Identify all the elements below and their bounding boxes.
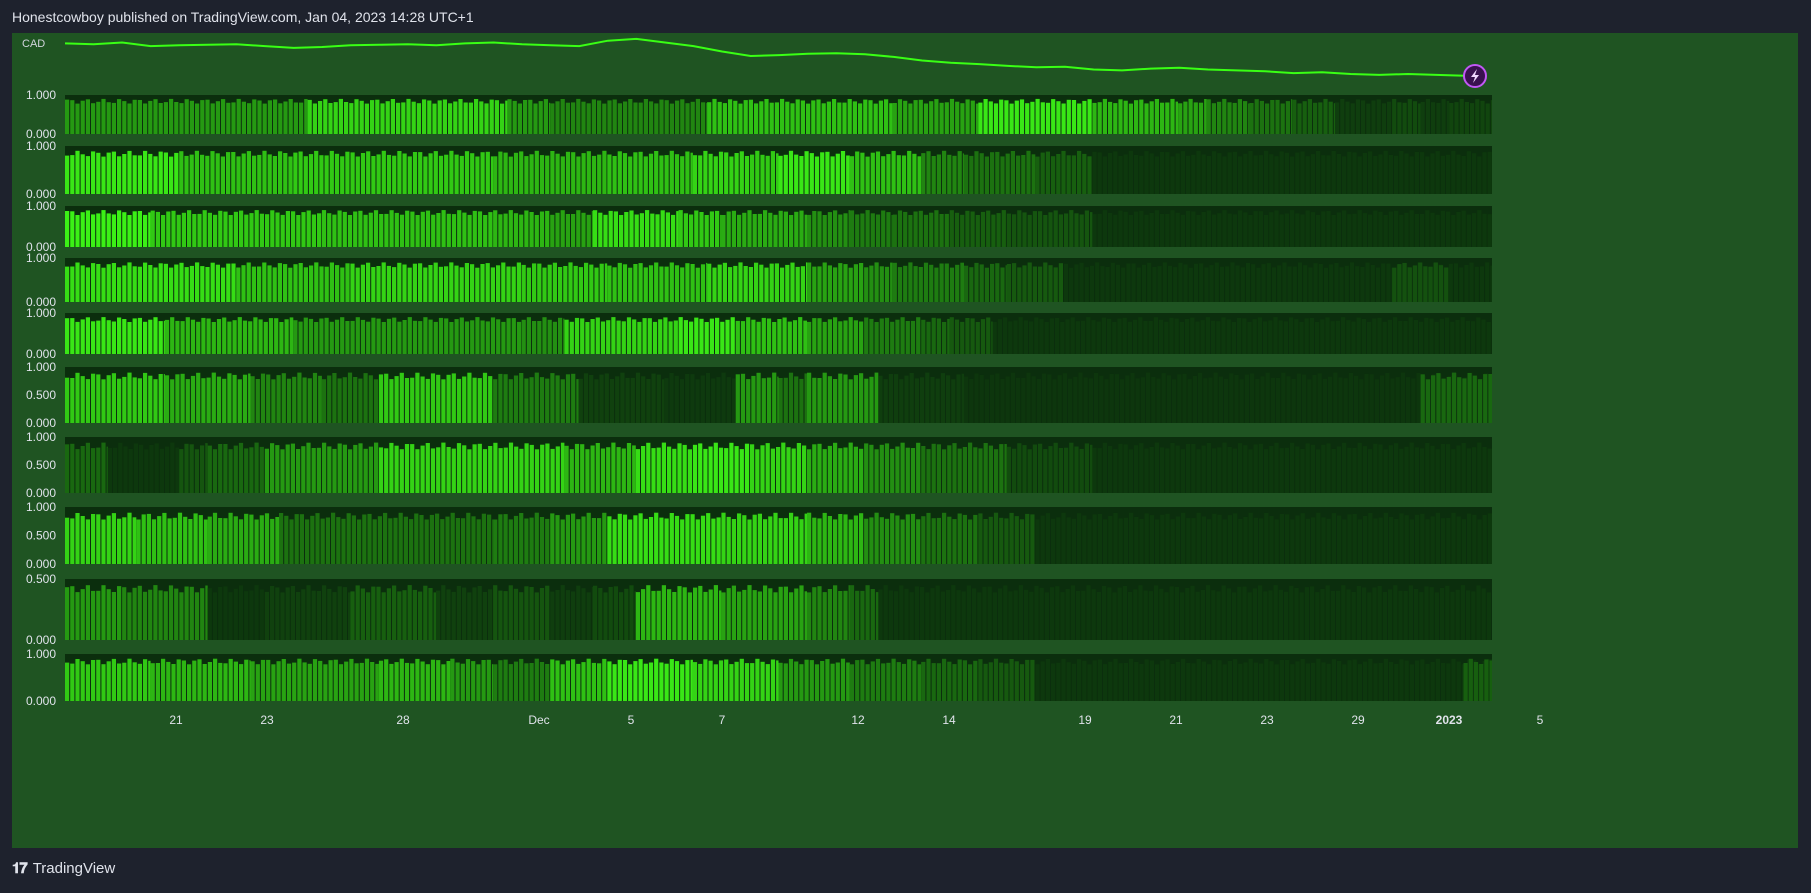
y-tick-label: 1.000 — [26, 500, 56, 514]
y-tick-label: 0.000 — [26, 347, 56, 361]
heatmap-segment — [807, 262, 864, 302]
heatmap-segment — [807, 442, 864, 493]
heatmap-segment — [493, 512, 550, 564]
heatmap-segment — [864, 317, 921, 354]
x-tick-label: Dec — [528, 713, 549, 727]
heatmap-segment — [1092, 442, 1492, 493]
y-tick-label: 1.000 — [26, 430, 56, 444]
heatmap-segment — [978, 658, 1035, 701]
heatmap-segment — [550, 658, 607, 701]
x-tick-label: 19 — [1078, 713, 1092, 727]
heatmap-segment — [921, 512, 978, 564]
heatmap-segment — [864, 442, 921, 493]
heatmap-segment — [1035, 150, 1092, 194]
heatmap-segment — [1092, 150, 1492, 194]
heatmap-segment — [493, 210, 550, 247]
x-tick-label: 7 — [719, 713, 726, 727]
publication-header: Honestcowboy published on TradingView.co… — [12, 9, 474, 25]
brand-name: TradingView — [32, 860, 116, 877]
y-tick-label: 1.000 — [26, 251, 56, 265]
heatmap-pane-4 — [65, 258, 1492, 302]
heatmap-pane-1 — [65, 95, 1492, 134]
x-tick-label: 23 — [260, 713, 274, 727]
heatmap-segment — [307, 98, 508, 134]
heatmap-segment — [436, 585, 493, 640]
heatmap-pane-3 — [65, 206, 1492, 247]
y-tick-label: 1.000 — [26, 306, 56, 320]
x-tick-label: 2023 — [1436, 713, 1463, 727]
heatmap-segment — [892, 210, 949, 247]
heatmap-segment — [807, 512, 864, 564]
y-tick-label: 0.000 — [26, 416, 56, 430]
heatmap-segment — [964, 372, 1492, 423]
heatmap-chart[interactable]: 1.0000.0001.0000.0001.0000.0001.0000.000… — [12, 33, 1798, 848]
heatmap-pane-8 — [65, 507, 1492, 564]
x-tick-label: 21 — [1169, 713, 1183, 727]
heatmap-segment — [921, 658, 978, 701]
y-tick-label: 1.000 — [26, 647, 56, 661]
y-tick-label: 1.000 — [26, 199, 56, 213]
y-tick-label: 0.500 — [26, 572, 56, 586]
heatmap-segment — [692, 442, 750, 493]
y-tick-label: 0.000 — [26, 633, 56, 647]
heatmap-segment — [493, 658, 550, 701]
heatmap-segment — [550, 98, 708, 134]
y-tick-label: 0.500 — [26, 458, 56, 472]
price-line-layer — [64, 37, 1466, 77]
heatmap-segment — [949, 210, 1006, 247]
y-tick-label: 0.000 — [26, 486, 56, 500]
heatmap-segment — [678, 317, 735, 354]
heatmap-segment — [635, 442, 692, 493]
heatmap-segment — [864, 512, 921, 564]
heatmap-panes — [65, 95, 1492, 701]
heatmap-pane-7 — [65, 437, 1492, 493]
x-tick-label: 14 — [942, 713, 956, 727]
heatmap-segment — [1006, 262, 1063, 302]
heatmap-segment — [207, 442, 264, 493]
heatmap-segment — [750, 442, 807, 493]
y-tick-label: 1.000 — [26, 360, 56, 374]
footer-brand[interactable]: 𝟏𝟕 TradingView — [12, 860, 115, 877]
y-tick-label: 0.000 — [26, 557, 56, 571]
price-label: CAD — [22, 38, 45, 50]
heatmap-segment — [807, 317, 864, 354]
price-line — [64, 37, 1466, 77]
x-tick-label: 5 — [1537, 713, 1544, 727]
x-tick-label: 23 — [1260, 713, 1274, 727]
chart-pane[interactable]: 1.000 0.000 1.000 0.000 1.000 0.000 1.000 0.000… — [12, 33, 1798, 848]
heatmap-pane-10 — [65, 654, 1492, 701]
x-tick-label: 29 — [1351, 713, 1365, 727]
tradingview-logo-icon: 𝟏𝟕 — [12, 860, 28, 877]
y-tick-label: 1.000 — [26, 88, 56, 102]
heatmap-segment — [65, 585, 122, 640]
x-tick-label: 28 — [396, 713, 410, 727]
heatmap-segment — [1092, 210, 1492, 247]
x-axis-labels: 21 23 28 Dec 5 7 12 14 19 21 23 29 2023 5 — [169, 713, 1543, 727]
y-tick-label: 0.000 — [26, 694, 56, 708]
heatmap-segment — [1392, 262, 1449, 302]
heatmap-pane-6 — [65, 367, 1492, 423]
heatmap-segment — [692, 150, 750, 194]
heatmap-segment — [992, 317, 1492, 354]
heatmap-segment — [321, 372, 379, 423]
y-tick-label: 0.500 — [26, 388, 56, 402]
heatmap-segment — [978, 512, 1035, 564]
heatmap-segment — [1335, 99, 1392, 134]
y-tick-label: 1.000 — [26, 139, 56, 153]
y-tick-label: 0.500 — [26, 529, 56, 543]
heatmap-pane-9 — [65, 579, 1492, 640]
heatmap-segment — [207, 585, 264, 640]
x-tick-label: 21 — [169, 713, 183, 727]
heatmap-segment — [550, 512, 607, 564]
lightning-icon[interactable] — [1463, 64, 1487, 88]
heatmap-segment — [493, 585, 550, 640]
y-axis-labels: 1.0000.0001.0000.0001.0000.0001.0000.000… — [26, 88, 56, 708]
heatmap-pane-2 — [65, 146, 1492, 194]
x-tick-label: 5 — [628, 713, 635, 727]
x-tick-label: 12 — [851, 713, 865, 727]
heatmap-segment — [293, 150, 494, 194]
heatmap-pane-5 — [65, 313, 1492, 354]
